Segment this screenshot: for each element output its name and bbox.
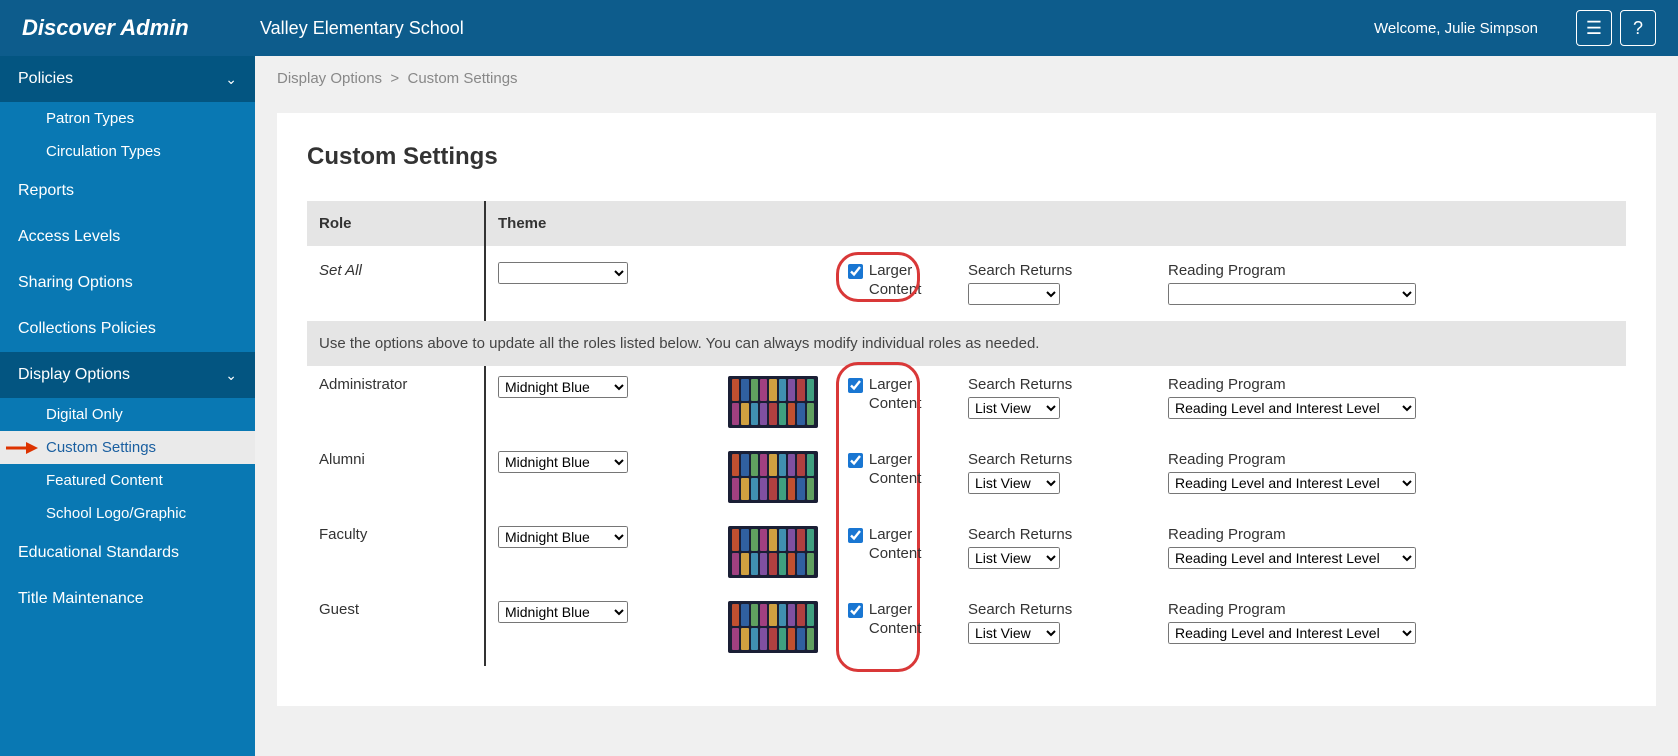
nav-patron-types[interactable]: Patron Types <box>0 102 255 135</box>
role-row: Faculty Midnight Blue Larger ContentSearch… <box>307 516 1626 591</box>
reading-program-label: Reading Program <box>1168 451 1614 468</box>
nav-label: Policies <box>18 70 73 88</box>
theme-thumbnail <box>728 526 818 578</box>
main-content: Display Options > Custom Settings Custom… <box>255 56 1678 756</box>
larger-content-checkbox[interactable] <box>848 603 863 618</box>
reading-program-label: Reading Program <box>1168 601 1614 618</box>
nav-educational-standards[interactable]: Educational Standards <box>0 530 255 576</box>
role-name: Administrator <box>307 366 485 441</box>
larger-content-label: Larger Content <box>869 376 968 414</box>
search-returns-label: Search Returns <box>968 451 1168 468</box>
nav-label: Display Options <box>18 366 130 384</box>
nav-sharing-options[interactable]: Sharing Options <box>0 260 255 306</box>
search-returns-label: Search Returns <box>968 601 1168 618</box>
nav-school-logo[interactable]: School Logo/Graphic <box>0 497 255 530</box>
search-returns-select[interactable]: List View <box>968 472 1060 494</box>
nav-label: Custom Settings <box>46 439 156 456</box>
search-returns-select[interactable]: List View <box>968 547 1060 569</box>
nav-digital-only[interactable]: Digital Only <box>0 398 255 431</box>
search-returns-label: Search Returns <box>968 526 1168 543</box>
reading-program-select[interactable]: Reading Level and Interest Level <box>1168 397 1416 419</box>
page-title: Custom Settings <box>307 143 1626 171</box>
theme-thumbnail <box>728 601 818 653</box>
larger-content-checkbox[interactable] <box>848 453 863 468</box>
search-returns-label: Search Returns <box>968 376 1168 393</box>
red-arrow-icon <box>6 441 38 455</box>
theme-select[interactable]: Midnight Blue <box>498 451 628 473</box>
set-all-label: Set All <box>307 246 485 321</box>
help-button[interactable]: ? <box>1620 10 1656 46</box>
breadcrumb-display-options[interactable]: Display Options <box>277 70 382 87</box>
role-row: Guest Midnight Blue Larger ContentSearch R… <box>307 591 1626 666</box>
question-icon: ? <box>1633 18 1643 39</box>
nav-display-options[interactable]: Display Options ⌄ <box>0 352 255 398</box>
theme-thumbnail <box>728 451 818 503</box>
chevron-down-icon: ⌄ <box>225 71 237 88</box>
nav-custom-settings[interactable]: Custom Settings <box>0 431 255 464</box>
nav-collections-policies[interactable]: Collections Policies <box>0 306 255 352</box>
reading-program-label: Reading Program <box>1168 376 1614 393</box>
theme-thumbnail <box>728 376 818 428</box>
helper-text: Use the options above to update all the … <box>307 321 1626 366</box>
settings-card: Custom Settings Role Theme Set All <box>277 113 1656 706</box>
hamburger-icon: ☰ <box>1586 18 1602 39</box>
role-row: Alumni Midnight Blue Larger ContentSearch … <box>307 441 1626 516</box>
sidebar-nav: Policies ⌄ Patron Types Circulation Type… <box>0 56 255 756</box>
larger-content-label: Larger Content <box>869 601 968 639</box>
search-returns-label: Search Returns <box>968 262 1168 279</box>
reading-program-select[interactable]: Reading Level and Interest Level <box>1168 547 1416 569</box>
helper-row: Use the options above to update all the … <box>307 321 1626 366</box>
school-name: Valley Elementary School <box>260 18 1374 39</box>
larger-content-checkbox[interactable] <box>848 528 863 543</box>
role-name: Alumni <box>307 441 485 516</box>
reading-program-label: Reading Program <box>1168 262 1614 279</box>
role-row: Administrator Midnight Blue Larger Content… <box>307 366 1626 441</box>
larger-content-checkbox[interactable] <box>848 378 863 393</box>
reading-program-label: Reading Program <box>1168 526 1614 543</box>
welcome-user: Welcome, Julie Simpson <box>1374 20 1538 37</box>
role-name: Faculty <box>307 516 485 591</box>
set-all-search-returns-select[interactable] <box>968 283 1060 305</box>
menu-button[interactable]: ☰ <box>1576 10 1612 46</box>
nav-title-maintenance[interactable]: Title Maintenance <box>0 576 255 622</box>
theme-select[interactable]: Midnight Blue <box>498 376 628 398</box>
breadcrumb-custom-settings: Custom Settings <box>408 70 518 87</box>
reading-program-select[interactable]: Reading Level and Interest Level <box>1168 472 1416 494</box>
larger-content-label: Larger Content <box>869 262 968 300</box>
roles-table: Role Theme Set All <box>307 201 1626 666</box>
search-returns-select[interactable]: List View <box>968 622 1060 644</box>
set-all-theme-select[interactable] <box>498 262 628 284</box>
role-name: Guest <box>307 591 485 666</box>
larger-content-label: Larger Content <box>869 526 968 564</box>
chevron-down-icon: ⌄ <box>225 367 237 384</box>
col-header-theme: Theme <box>485 201 1626 246</box>
theme-select[interactable]: Midnight Blue <box>498 601 628 623</box>
set-all-larger-content-checkbox[interactable] <box>848 264 863 279</box>
col-header-role: Role <box>307 201 485 246</box>
set-all-reading-program-select[interactable] <box>1168 283 1416 305</box>
nav-circulation-types[interactable]: Circulation Types <box>0 135 255 168</box>
reading-program-select[interactable]: Reading Level and Interest Level <box>1168 622 1416 644</box>
set-all-row: Set All Larger Content <box>307 246 1626 321</box>
nav-access-levels[interactable]: Access Levels <box>0 214 255 260</box>
nav-featured-content[interactable]: Featured Content <box>0 464 255 497</box>
nav-policies[interactable]: Policies ⌄ <box>0 56 255 102</box>
search-returns-select[interactable]: List View <box>968 397 1060 419</box>
logo: Discover Admin <box>22 15 260 41</box>
breadcrumb: Display Options > Custom Settings <box>255 56 1678 101</box>
nav-reports[interactable]: Reports <box>0 168 255 214</box>
theme-select[interactable]: Midnight Blue <box>498 526 628 548</box>
larger-content-label: Larger Content <box>869 451 968 489</box>
app-header: Discover Admin Valley Elementary School … <box>0 0 1678 56</box>
